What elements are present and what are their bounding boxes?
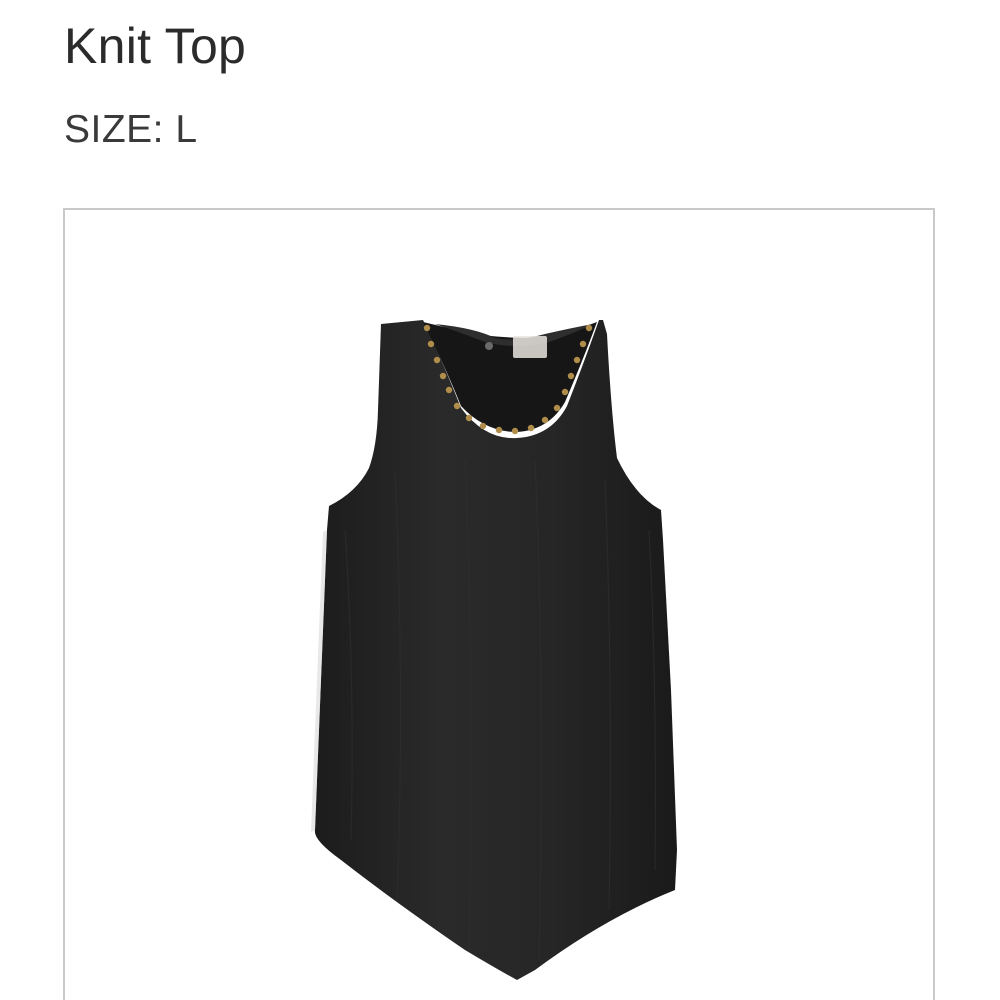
black-sleeveless-top-icon [311,320,677,980]
size-label: SIZE: L [64,108,198,151]
product-title: Knit Top [64,18,247,74]
product-image-frame[interactable] [63,208,935,1000]
label-tag-icon [513,336,547,358]
button-icon [485,342,493,350]
product-detail-page: Knit Top SIZE: L [0,0,1000,1000]
